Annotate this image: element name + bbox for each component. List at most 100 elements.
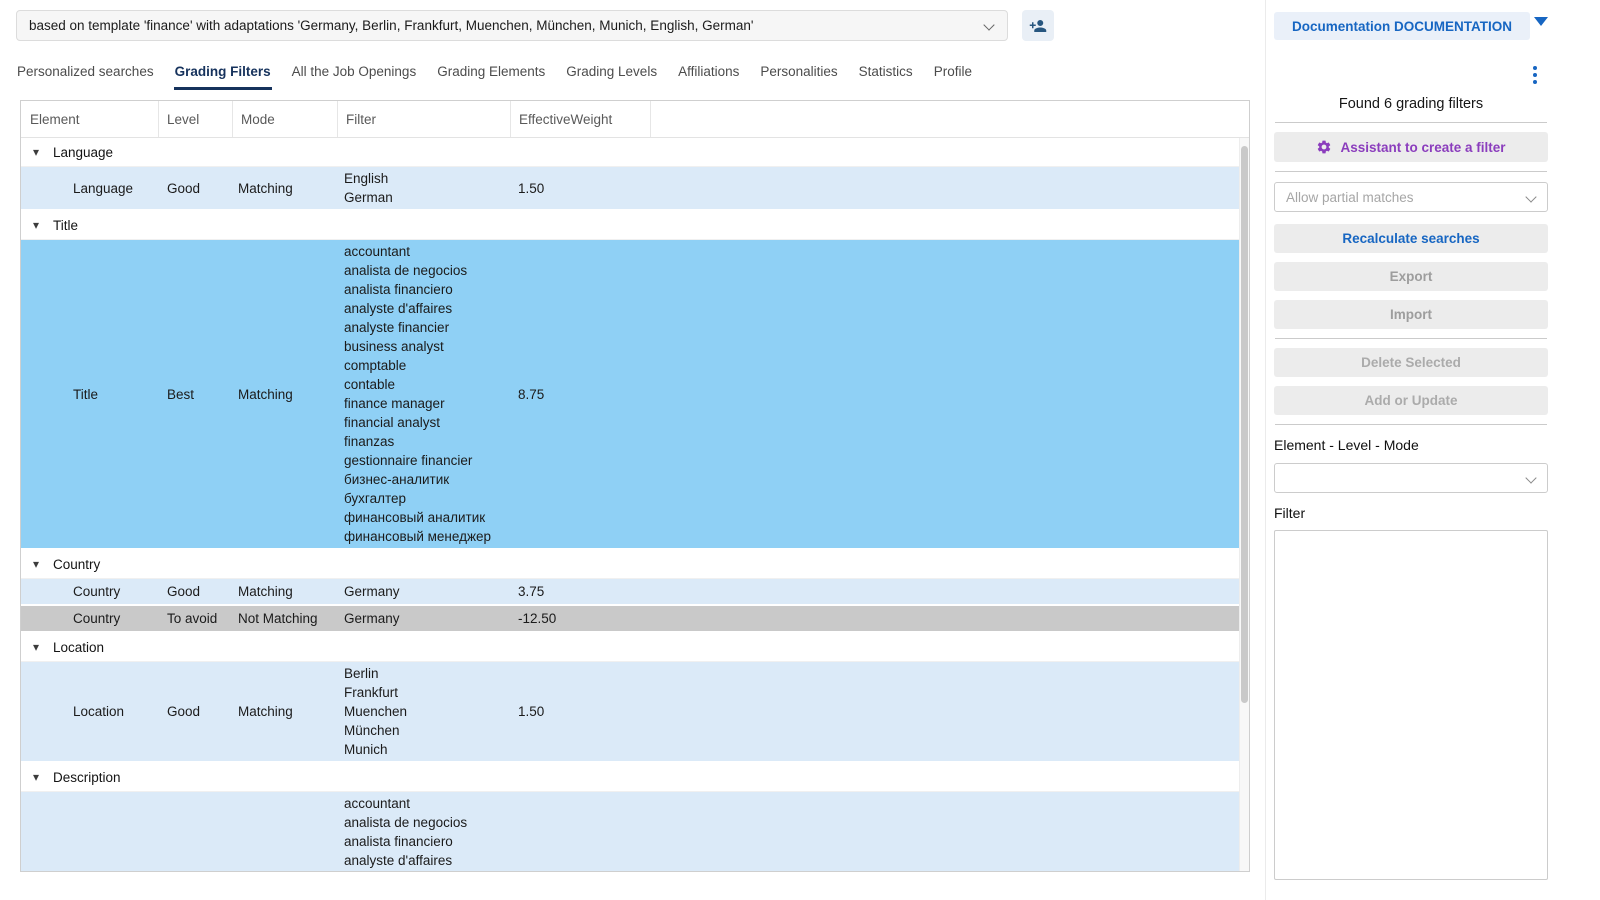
filter-term: contable [344,375,507,394]
filter-term: бухгалтер [344,489,507,508]
table-scrollbar[interactable] [1239,138,1249,871]
collapse-arrow-icon[interactable]: ▾ [30,218,42,232]
group-name: Title [53,218,78,233]
column-header-mode: Mode [233,101,338,137]
export-button[interactable]: Export [1274,262,1548,291]
chevron-down-icon [1525,191,1536,202]
divider [1275,122,1547,123]
filter-term: analyste d'affaires [344,299,507,318]
element-level-mode-select[interactable] [1274,463,1548,493]
filter-term: comptable [344,356,507,375]
collapse-arrow-icon[interactable]: ▾ [30,557,42,571]
tab-bar: Personalized searches Grading Filters All … [16,58,992,90]
filter-term: Germany [344,609,507,628]
filter-row-location[interactable]: LocationGoodMatchingBerlinFrankfurtMuenc… [21,662,1249,763]
add-user-button[interactable] [1022,10,1054,41]
group-name: Description [53,770,121,785]
element-cell: Country [21,607,159,630]
filter-cell: EnglishGerman [338,167,511,209]
filter-term: English [344,169,507,188]
more-options-icon[interactable] [1531,64,1539,86]
level-cell: Good [159,700,233,723]
row-filler [651,186,1249,190]
level-cell: Good [159,177,233,200]
actions-sidebar: Found 6 grading filters Assistant to cre… [1274,92,1548,883]
filter-textarea[interactable] [1274,530,1548,880]
recalculate-searches-button[interactable]: Recalculate searches [1274,224,1548,253]
mode-cell: Not Matching [233,607,338,630]
filter-term: accountant [344,794,507,813]
column-header-element: Element [21,101,159,137]
tab-personalities[interactable]: Personalities [759,64,838,90]
row-filler [651,830,1249,834]
level-cell: To avoid [159,607,233,630]
group-row-title[interactable]: ▾ Title [21,211,1249,240]
tab-profile[interactable]: Profile [933,64,973,90]
table-body: ▾LanguageLanguageGoodMatchingEnglishGerm… [21,138,1249,872]
filter-term: business analyst [344,337,507,356]
person-add-icon [1029,17,1047,35]
filter-term: accountant [344,242,507,261]
group-name: Language [53,145,113,160]
level-cell: Good [159,580,233,603]
documentation-dropdown-icon[interactable] [1534,17,1548,26]
filter-row-description[interactable]: accountantanalista de negociosanalista f… [21,792,1249,872]
row-filler [651,617,1249,621]
template-select[interactable]: based on template 'finance' with adaptat… [16,10,1008,41]
table-header: ElementLevelModeFilterEffectiveWeight [21,101,1249,138]
element-level-mode-label: Element - Level - Mode [1274,437,1548,453]
filter-term: finanzas [344,432,507,451]
filter-row-title[interactable]: TitleBestMatchingaccountantanalista de n… [21,240,1249,550]
documentation-label: Documentation DOCUMENTATION [1292,19,1512,34]
filter-term: München [344,721,507,740]
filter-row-language[interactable]: LanguageGoodMatchingEnglishGerman1.50 [21,167,1249,211]
column-header-level: Level [159,101,233,137]
documentation-link[interactable]: Documentation DOCUMENTATION [1274,12,1530,40]
filter-term: gestionnaire financier [344,451,507,470]
mode-cell [233,830,338,834]
filter-cell: accountantanalista de negociosanalista f… [338,792,511,872]
filter-row-country[interactable]: CountryGoodMatchingGermany3.75 [21,579,1249,606]
group-row-location[interactable]: ▾ Location [21,633,1249,662]
weight-cell: -12.50 [511,607,651,630]
column-header-filler [651,101,1249,137]
filter-cell: Germany [338,580,511,603]
group-name: Location [53,640,104,655]
filter-term: German [344,188,507,207]
group-row-language[interactable]: ▾ Language [21,138,1249,167]
filter-term: analista financiero [344,832,507,851]
tab-statistics[interactable]: Statistics [858,64,914,90]
column-header-filter: Filter [338,101,511,137]
filter-row-country[interactable]: CountryTo avoidNot Matching Germany-12.50 [21,606,1249,633]
filter-cell: BerlinFrankfurtMuenchenMünchenMunich [338,662,511,761]
assistant-button[interactable]: Assistant to create a filter [1274,132,1548,162]
filter-term: Germany [344,582,507,601]
import-button[interactable]: Import [1274,300,1548,329]
tab-affiliations[interactable]: Affiliations [677,64,740,90]
tab-personalized-searches[interactable]: Personalized searches [16,64,155,90]
tab-all-the-job-openings[interactable]: All the Job Openings [291,64,418,90]
filter-term: Muenchen [344,702,507,721]
scrollbar-thumb[interactable] [1241,146,1248,703]
element-cell: Location [21,700,159,723]
tab-grading-elements[interactable]: Grading Elements [436,64,546,90]
delete-selected-button[interactable]: Delete Selected [1274,348,1548,377]
collapse-arrow-icon[interactable]: ▾ [30,145,42,159]
group-row-description[interactable]: ▾ Description [21,763,1249,792]
weight-cell [511,830,651,834]
element-cell: Language [21,177,159,200]
tab-grading-filters[interactable]: Grading Filters [174,64,272,90]
mode-cell: Matching [233,580,338,603]
row-filler [651,590,1249,594]
add-or-update-button[interactable]: Add or Update [1274,386,1548,415]
collapse-arrow-icon[interactable]: ▾ [30,640,42,654]
tab-grading-levels[interactable]: Grading Levels [565,64,658,90]
filter-cell: Germany [338,607,511,630]
template-select-value: based on template 'finance' with adaptat… [29,18,753,33]
collapse-arrow-icon[interactable]: ▾ [30,770,42,784]
filter-term: analista de negocios [344,261,507,280]
partial-matches-select[interactable]: Allow partial matches [1274,182,1548,212]
row-filler [651,710,1249,714]
partial-matches-placeholder: Allow partial matches [1286,190,1414,205]
group-row-country[interactable]: ▾Country [21,550,1249,579]
